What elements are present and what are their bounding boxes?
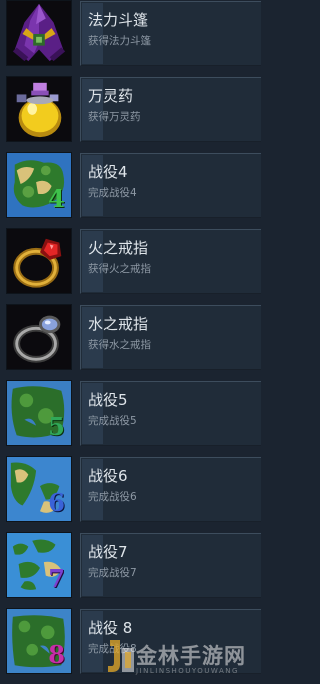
map-number: 7	[48, 564, 65, 593]
achievement-title: 战役7	[88, 543, 128, 561]
achievement-title: 战役4	[88, 163, 128, 181]
achievement-panel: 法力斗篷 获得法力斗篷	[80, 1, 261, 66]
achievement-description: 获得火之戒指	[88, 263, 151, 275]
achievement-panel: 战役6 完成战役6	[80, 457, 261, 522]
campaign-map-icon: 7	[6, 532, 72, 598]
achievement-row[interactable]: 法力斗篷 获得法力斗篷	[0, 0, 261, 70]
achievement-panel: 战役7 完成战役7	[80, 533, 261, 598]
achievement-panel: 战役4 完成战役4	[80, 153, 261, 218]
achievement-row[interactable]: 7 战役7 完成战役7	[0, 532, 261, 602]
achievement-title: 战役5	[88, 391, 128, 409]
achievement-description: 完成战役4	[88, 187, 137, 199]
cloak-icon	[6, 0, 72, 66]
achievement-panel: 战役5 完成战役5	[80, 381, 261, 446]
map-number: 8	[48, 640, 65, 669]
achievement-description: 完成战役5	[88, 415, 137, 427]
achievement-title: 战役 8	[88, 619, 133, 637]
achievement-title: 法力斗篷	[88, 11, 149, 29]
achievement-description: 完成战役8	[88, 643, 137, 655]
campaign-map-icon: 8	[6, 608, 72, 674]
achievement-row[interactable]: 火之戒指 获得火之戒指	[0, 228, 261, 298]
campaign-map-icon: 6	[6, 456, 72, 522]
achievement-description: 获得万灵药	[88, 111, 141, 123]
achievement-panel: 火之戒指 获得火之戒指	[80, 229, 261, 294]
achievement-row[interactable]: 8 战役 8 完成战役8	[0, 608, 261, 678]
achievement-row[interactable]: 4 战役4 完成战役4	[0, 152, 261, 222]
water-ring-icon	[6, 304, 72, 370]
fire-ring-icon	[6, 228, 72, 294]
achievement-title: 万灵药	[88, 87, 134, 105]
achievement-row[interactable]: 5 战役5 完成战役5	[0, 380, 261, 450]
potion-icon	[6, 76, 72, 142]
achievement-description: 完成战役7	[88, 567, 137, 579]
achievement-row[interactable]: 水之戒指 获得水之戒指	[0, 304, 261, 374]
achievement-panel: 战役 8 完成战役8	[80, 609, 261, 674]
map-number: 4	[48, 184, 65, 213]
achievement-row[interactable]: 万灵药 获得万灵药	[0, 76, 261, 146]
achievement-title: 水之戒指	[88, 315, 149, 333]
map-number: 5	[48, 412, 65, 441]
achievement-title: 火之戒指	[88, 239, 149, 257]
map-number: 6	[48, 488, 65, 517]
achievement-panel: 万灵药 获得万灵药	[80, 77, 261, 142]
campaign-map-icon: 4	[6, 152, 72, 218]
achievement-description: 获得水之戒指	[88, 339, 151, 351]
achievement-title: 战役6	[88, 467, 128, 485]
achievement-description: 获得法力斗篷	[88, 35, 151, 47]
achievement-panel: 水之戒指 获得水之戒指	[80, 305, 261, 370]
achievement-row[interactable]: 6 战役6 完成战役6	[0, 456, 261, 526]
campaign-map-icon: 5	[6, 380, 72, 446]
achievement-description: 完成战役6	[88, 491, 137, 503]
